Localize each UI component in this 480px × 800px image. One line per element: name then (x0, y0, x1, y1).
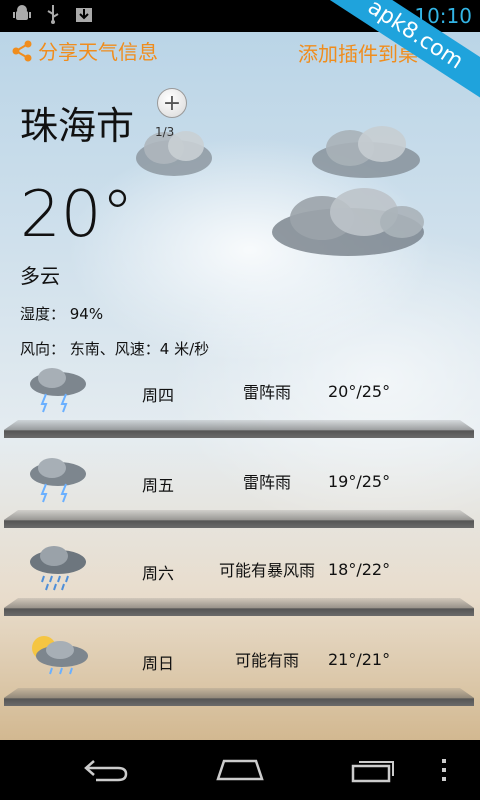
humidity-text: 湿度： 94% (20, 305, 104, 323)
forecast-temp: 18°/22° (328, 560, 391, 579)
forecast-row[interactable]: 周五 雷阵雨 19°/25° (0, 458, 480, 528)
home-icon (216, 759, 264, 781)
download-icon (74, 4, 94, 29)
thunderstorm-icon (30, 368, 86, 413)
forecast-shelf (4, 688, 474, 706)
overflow-menu-icon (442, 759, 446, 781)
forecast-day: 周四 (142, 386, 175, 405)
page-indicator: 1/3 (155, 125, 175, 139)
add-city-button[interactable]: + (157, 88, 187, 118)
sun-cloud-rain-icon (32, 636, 88, 675)
forecast-desc: 雷阵雨 (242, 473, 291, 492)
forecast-desc: 可能有雨 (234, 651, 299, 670)
forecast-shelf (4, 598, 474, 616)
back-button[interactable] (76, 754, 136, 786)
forecast-temp: 20°/25° (328, 382, 391, 401)
forecast-day: 周六 (142, 564, 175, 583)
forecast-row[interactable]: 周四 雷阵雨 20°/25° (0, 368, 480, 438)
forecast-day: 周五 (142, 476, 175, 495)
recent-apps-button[interactable] (344, 754, 404, 786)
share-icon (12, 40, 32, 61)
forecast-row[interactable]: 周六 可能有暴风雨 18°/22° (0, 546, 480, 616)
current-condition: 多云 (20, 264, 60, 288)
forecast-day: 周日 (142, 654, 175, 673)
notification-icons (0, 4, 94, 29)
plus-icon: + (162, 90, 182, 116)
forecast-shelf (4, 510, 474, 528)
share-weather-button[interactable]: 分享天气信息 (10, 36, 158, 65)
recent-apps-icon (351, 761, 394, 783)
heavy-rain-icon (30, 546, 86, 591)
wind-text: 风向： 东南、风速：4 米/秒 (20, 340, 210, 358)
forecast-desc: 雷阵雨 (242, 383, 291, 402)
back-icon (84, 760, 128, 782)
forecast-row[interactable]: 周日 可能有雨 21°/21° (0, 636, 480, 706)
cloud-icon (312, 126, 420, 178)
forecast-temp: 21°/21° (328, 650, 391, 669)
menu-button[interactable] (424, 754, 464, 786)
forecast-shelf (4, 420, 474, 438)
home-button[interactable] (210, 754, 270, 786)
city-name: 珠海市 (20, 104, 135, 148)
weather-screen: 10:10 apk8.com 分享天气信息 添加插件到桌 珠海市 + 1/3 2… (0, 0, 480, 800)
share-label: 分享天气信息 (38, 40, 158, 64)
forecast-desc: 可能有暴风雨 (218, 561, 315, 580)
usb-icon (44, 4, 62, 29)
navigation-bar (0, 740, 480, 800)
android-debug-icon (12, 4, 32, 29)
cloud-icon (272, 188, 424, 256)
thunderstorm-icon (30, 458, 86, 503)
current-temperature: 20° (20, 178, 134, 252)
forecast-temp: 19°/25° (328, 472, 391, 491)
